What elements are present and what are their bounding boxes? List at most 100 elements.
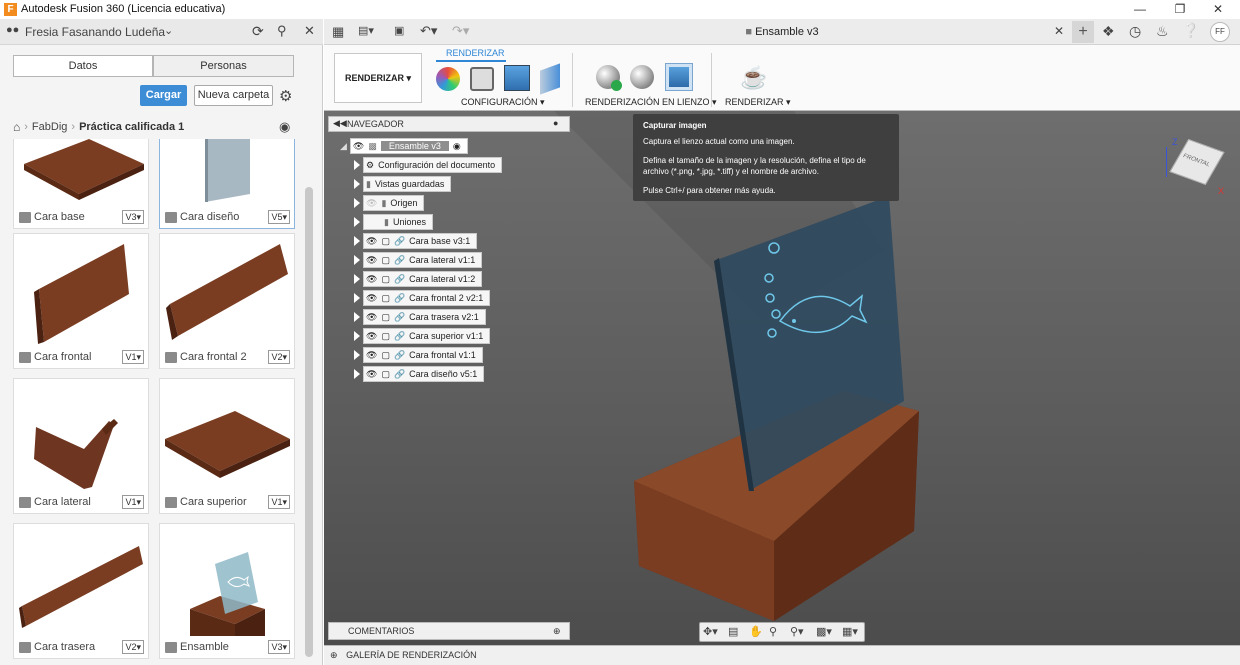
- tree-row[interactable]: 👁 ▢ 🔗 Cara superior v1:1: [354, 328, 594, 344]
- expand-icon[interactable]: [354, 293, 360, 303]
- zoom-icon[interactable]: ⚲: [769, 625, 777, 638]
- visibility-icon[interactable]: 👁: [366, 312, 377, 323]
- file-card[interactable]: Cara base V3▾: [13, 139, 149, 229]
- visibility-icon[interactable]: 👁: [353, 141, 364, 152]
- collapse-icon[interactable]: ◀◀: [333, 118, 347, 129]
- render-gallery-bar[interactable]: ⊕ GALERÍA DE RENDERIZACIÓN: [324, 645, 1240, 665]
- tree-node[interactable]: ▮ Uniones: [363, 214, 433, 230]
- tree-node[interactable]: 👁 ▮ Origen: [363, 195, 425, 211]
- expand-icon[interactable]: [354, 312, 360, 322]
- visibility-icon[interactable]: 👁: [366, 293, 377, 304]
- file-card[interactable]: Cara frontal V1▾: [13, 233, 149, 369]
- grid-settings-icon[interactable]: ▦▾: [842, 625, 858, 638]
- decal-icon[interactable]: [540, 63, 560, 95]
- tree-node[interactable]: 👁 ▢ 🔗 Cara frontal 2 v2:1: [363, 290, 491, 306]
- version-badge[interactable]: V2▾: [122, 640, 144, 654]
- version-badge[interactable]: V1▾: [268, 495, 290, 509]
- expand-icon[interactable]: [354, 179, 360, 189]
- tree-row[interactable]: ▮ Vistas guardadas: [354, 176, 594, 192]
- comments-panel[interactable]: COMENTARIOS ⊕: [328, 622, 570, 640]
- visibility-icon[interactable]: 👁: [366, 236, 377, 247]
- visibility-icon[interactable]: 👁: [366, 274, 377, 285]
- visibility-icon[interactable]: 👁: [366, 331, 377, 342]
- tree-row[interactable]: 👁 ▮ Origen: [354, 195, 594, 211]
- search-icon[interactable]: ⚲: [277, 23, 287, 39]
- close-tab-icon[interactable]: ✕: [1054, 24, 1064, 38]
- new-tab-button[interactable]: +: [1072, 21, 1094, 43]
- file-card[interactable]: Ensamble V3▾: [159, 523, 295, 659]
- tree-row[interactable]: 👁 ▢ 🔗 Cara lateral v1:2: [354, 271, 594, 287]
- pan-icon[interactable]: ✋: [749, 625, 763, 638]
- activate-radio-icon[interactable]: ◉: [453, 141, 461, 152]
- look-at-icon[interactable]: ▤: [728, 625, 738, 638]
- breadcrumb-item[interactable]: Práctica calificada 1: [79, 121, 184, 133]
- chevron-down-icon[interactable]: ⌄: [164, 24, 173, 37]
- version-badge[interactable]: V2▾: [268, 350, 290, 364]
- expand-icon[interactable]: [354, 198, 360, 208]
- appearance-icon[interactable]: [436, 67, 460, 91]
- scene-settings-icon[interactable]: [470, 67, 494, 91]
- tree-row[interactable]: 👁 ▢ 🔗 Cara frontal v1:1: [354, 347, 594, 363]
- tree-node[interactable]: 👁 ▢ 🔗 Cara superior v1:1: [363, 328, 491, 344]
- avatar[interactable]: FF: [1210, 22, 1230, 42]
- version-badge[interactable]: V5▾: [268, 210, 290, 224]
- group-label-config[interactable]: CONFIGURACIÓN ▾: [461, 97, 545, 108]
- tree-row[interactable]: ▮ Uniones: [354, 214, 594, 230]
- tree-node[interactable]: ⚙ Configuración del documento: [363, 157, 503, 173]
- texture-map-icon[interactable]: [504, 65, 530, 91]
- viewcube[interactable]: Z FRONTAL X: [1164, 131, 1225, 201]
- version-badge[interactable]: V1▾: [122, 495, 144, 509]
- tree-node[interactable]: 👁 ▢ 🔗 Cara diseño v5:1: [363, 366, 485, 382]
- minimize-button[interactable]: —: [1120, 0, 1160, 19]
- file-card[interactable]: Cara lateral V1▾: [13, 378, 149, 514]
- browser-header[interactable]: ◀◀ NAVEGADOR ●: [328, 116, 570, 132]
- add-comment-icon[interactable]: ⊕: [553, 623, 561, 639]
- tree-node[interactable]: 👁 ▢ 🔗 Cara lateral v1:1: [363, 252, 483, 268]
- file-card[interactable]: Cara superior V1▾: [159, 378, 295, 514]
- minus-icon[interactable]: ●: [553, 118, 558, 128]
- tab-personas[interactable]: Personas: [153, 55, 294, 77]
- tree-row[interactable]: 👁 ▢ 🔗 Cara base v3:1: [354, 233, 594, 249]
- tree-row[interactable]: 👁 ▢ 🔗 Cara lateral v1:1: [354, 252, 594, 268]
- hidden-eye-icon[interactable]: 👁: [366, 198, 377, 209]
- globe-icon[interactable]: ◉: [279, 119, 290, 135]
- new-folder-button[interactable]: Nueva carpeta: [194, 85, 273, 106]
- display-settings-icon[interactable]: ▩▾: [816, 625, 832, 638]
- extensions-icon[interactable]: ❖: [1102, 23, 1115, 40]
- tree-row[interactable]: 👁 ▢ 🔗 Cara trasera v2:1: [354, 309, 594, 325]
- expand-icon[interactable]: [354, 369, 360, 379]
- expand-icon[interactable]: [354, 255, 360, 265]
- orbit-icon[interactable]: ✥▾: [703, 625, 718, 638]
- tree-row[interactable]: 👁 ▢ 🔗 Cara frontal 2 v2:1: [354, 290, 594, 306]
- expand-icon[interactable]: [354, 350, 360, 360]
- visibility-icon[interactable]: 👁: [366, 369, 377, 380]
- user-name[interactable]: Fresia Fasanando Ludeña: [25, 25, 165, 39]
- tree-root[interactable]: ◢ 👁 ▩ Ensamble v3 ◉: [340, 138, 600, 154]
- tree-row[interactable]: 👁 ▢ 🔗 Cara diseño v5:1: [354, 366, 594, 382]
- expand-icon[interactable]: ⊕: [330, 650, 338, 660]
- scrollbar[interactable]: [305, 187, 313, 657]
- canvas-viewport[interactable]: Z FRONTAL X ◀◀ NAVEGADOR ● ◢ 👁 ▩ Ensambl…: [324, 111, 1240, 665]
- expand-icon[interactable]: [354, 274, 360, 284]
- version-badge[interactable]: V3▾: [268, 640, 290, 654]
- help-icon[interactable]: ❔: [1182, 22, 1199, 39]
- breadcrumb-item[interactable]: FabDig: [32, 121, 67, 133]
- expand-icon[interactable]: [354, 236, 360, 246]
- visibility-icon[interactable]: 👁: [366, 350, 377, 361]
- tree-row[interactable]: ⚙ Configuración del documento: [354, 157, 594, 173]
- tree-node[interactable]: 👁 ▢ 🔗 Cara trasera v2:1: [363, 309, 486, 325]
- tab-renderizar[interactable]: RENDERIZAR: [446, 48, 505, 58]
- tree-node[interactable]: 👁 ▢ 🔗 Cara frontal v1:1: [363, 347, 483, 363]
- visibility-icon[interactable]: 👁: [366, 255, 377, 266]
- expand-icon[interactable]: ◢: [340, 141, 347, 152]
- file-card[interactable]: Cara diseño V5▾: [159, 139, 295, 229]
- teapot-render-icon[interactable]: ☕: [740, 65, 767, 91]
- team-icon[interactable]: ●●: [6, 24, 19, 36]
- tab-datos[interactable]: Datos: [13, 55, 153, 77]
- tree-node[interactable]: 👁 ▢ 🔗 Cara base v3:1: [363, 233, 478, 249]
- viewcube-face-label[interactable]: FRONTAL: [1182, 153, 1211, 168]
- job-status-icon[interactable]: ◷: [1129, 23, 1141, 40]
- version-badge[interactable]: V1▾: [122, 350, 144, 364]
- maximize-button[interactable]: ❐: [1160, 0, 1200, 19]
- home-icon[interactable]: ⌂: [13, 120, 20, 134]
